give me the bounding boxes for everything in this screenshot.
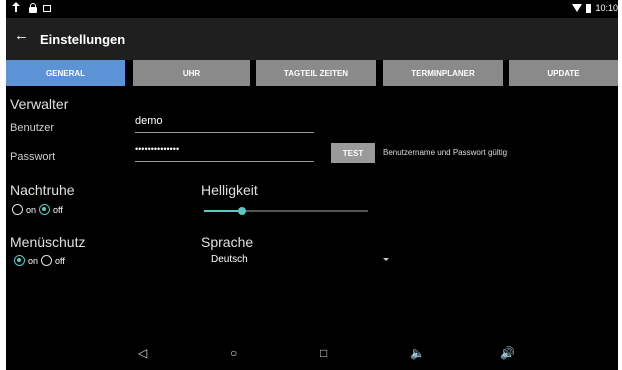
credential-status: Benutzername und Passwort gültig xyxy=(383,148,508,157)
user-input[interactable]: demo xyxy=(135,115,314,133)
volume-up-icon[interactable]: 🔊 xyxy=(500,346,515,360)
admin-heading: Verwalter xyxy=(10,96,69,112)
status-time: 10:10 xyxy=(595,3,618,13)
brightness-heading: Helligkeit xyxy=(201,182,258,198)
night-off-radio[interactable] xyxy=(39,204,51,215)
tab-tagteil-zeiten[interactable]: TAGTEIL ZEITEN xyxy=(256,60,376,86)
language-heading: Sprache xyxy=(201,234,254,250)
upload-icon xyxy=(12,2,23,12)
back-arrow-icon[interactable]: ← xyxy=(14,27,29,44)
lock-icon xyxy=(29,3,37,13)
language-select-value: Deutsch xyxy=(211,254,248,265)
brightness-slider-thumb[interactable] xyxy=(237,207,246,215)
dropdown-arrow-icon xyxy=(383,258,389,261)
nav-back-icon[interactable]: ◁ xyxy=(138,346,147,360)
tab-update[interactable]: UPDATE xyxy=(509,60,618,86)
menuprotect-heading: Menüschutz xyxy=(10,234,86,250)
night-on-radio[interactable] xyxy=(12,204,23,215)
menuprotect-off-radio[interactable] xyxy=(41,255,53,266)
brightness-slider-fill xyxy=(204,210,242,212)
tab-terminplaner[interactable]: TERMINPLANER xyxy=(383,60,503,86)
volume-down-icon[interactable]: 🔈 xyxy=(410,346,425,360)
nav-home-icon[interactable]: ○ xyxy=(230,346,237,360)
user-label: Benutzer xyxy=(10,122,55,134)
menuprotect-radio-group: on off xyxy=(14,255,65,266)
system-nav-bar: ◁ ○ □ 🔈 🔊 xyxy=(6,338,618,370)
tab-general[interactable]: GENERAL xyxy=(6,60,125,86)
night-off-label: off xyxy=(53,204,63,215)
night-heading: Nachtruhe xyxy=(10,182,75,198)
menuprotect-off-label: off xyxy=(55,255,65,266)
device-screen: 10:10 ← Einstellungen GENERAL UHR TAGTEI… xyxy=(6,0,618,370)
app-bar: ← Einstellungen xyxy=(6,18,618,60)
password-input[interactable]: •••••••••••••• xyxy=(135,144,314,162)
brightness-slider[interactable] xyxy=(204,207,368,215)
password-label: Passwort xyxy=(10,151,56,163)
menuprotect-on-label: on xyxy=(28,255,39,266)
page-title: Einstellungen xyxy=(40,32,126,47)
night-radio-group: on off xyxy=(12,204,63,215)
menuprotect-on-radio[interactable] xyxy=(14,255,25,266)
nav-recent-icon[interactable]: □ xyxy=(320,346,327,360)
tab-bar: GENERAL UHR TAGTEIL ZEITEN TERMINPLANER … xyxy=(6,60,618,88)
status-bar: 10:10 xyxy=(6,0,618,18)
night-on-label: on xyxy=(26,204,37,215)
language-select[interactable]: Deutsch xyxy=(211,254,389,268)
tab-uhr[interactable]: UHR xyxy=(133,60,250,86)
image-icon xyxy=(43,5,51,12)
battery-icon xyxy=(586,3,592,13)
wifi-icon xyxy=(572,4,583,12)
test-button[interactable]: TEST xyxy=(331,143,375,163)
